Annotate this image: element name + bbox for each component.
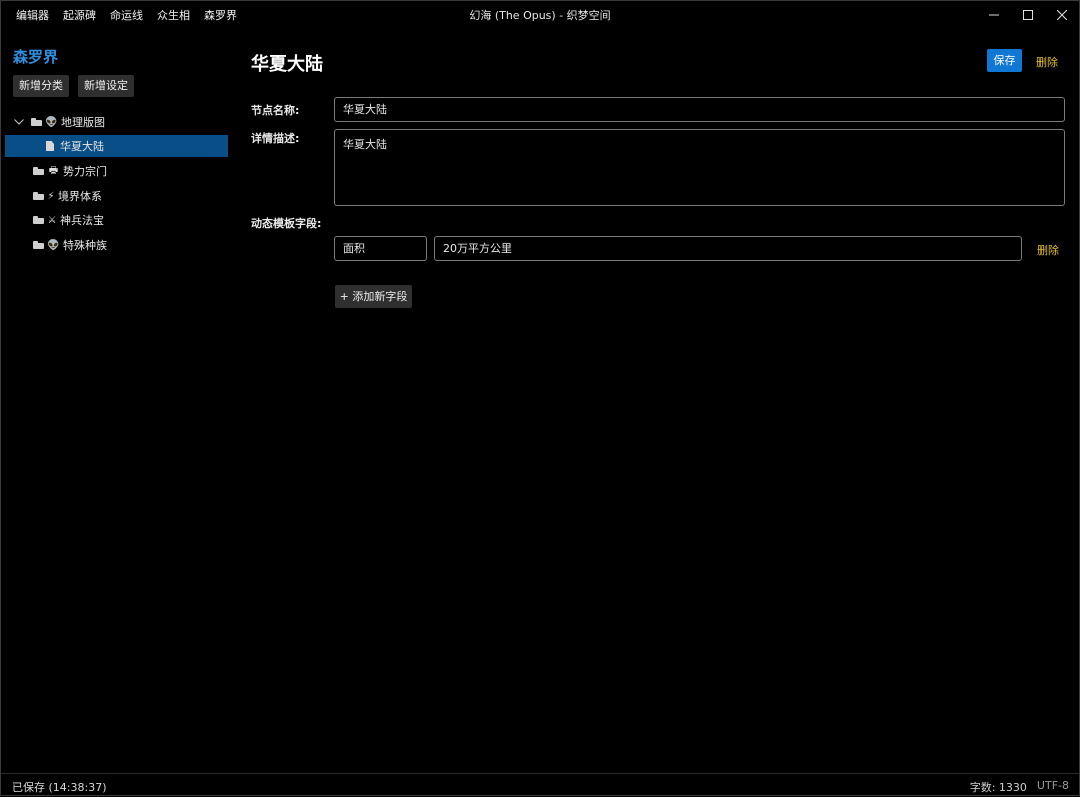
dynamic-fields-label: 动态模板字段: <box>251 217 322 230</box>
field-key-input[interactable]: 面积 <box>334 236 427 261</box>
word-count: 字数: 1330 <box>969 781 1027 794</box>
page-title: 华夏大陆 <box>251 54 323 75</box>
minimize-button[interactable] <box>977 1 1011 29</box>
description-label: 详情描述: <box>251 132 300 145</box>
add-field-button[interactable]: + 添加新字段 <box>335 285 412 308</box>
tree-item-label: 华夏大陆 <box>60 140 104 153</box>
menu-item-world[interactable]: 森罗界 <box>197 1 244 31</box>
crossed-swords-icon: ⚔ <box>47 214 57 226</box>
description-field[interactable]: 华夏大陆 <box>334 129 1065 206</box>
save-status: 已保存 (14:38:37) <box>12 781 107 794</box>
node-name-field[interactable]: 华夏大陆 <box>334 97 1065 122</box>
menu-item-editor[interactable]: 编辑器 <box>9 1 56 31</box>
alien-icon: 👽 <box>47 239 60 251</box>
status-right: 字数: 1330 UTF-8 <box>970 779 1069 795</box>
tree-item-label: 神兵法宝 <box>60 214 104 227</box>
title-bar: 编辑器 起源碑 命运线 众生相 森罗界 幻海 (The Opus) - 织梦空间 <box>1 1 1079 31</box>
folder-icon <box>33 192 44 200</box>
sidebar: 森罗界 新增分类 新增设定 👽 地理版图 华夏大陆 🖶 势力宗门 ⚡ 境界体系 … <box>1 37 233 769</box>
tree-item-weapons[interactable]: ⚔ 神兵法宝 <box>5 209 228 231</box>
sidebar-title: 森罗界 <box>13 48 59 66</box>
tree-item-label: 势力宗门 <box>63 165 107 178</box>
delete-button[interactable]: 删除 <box>1036 54 1058 70</box>
lightning-icon: ⚡ <box>47 190 55 202</box>
menu-item-origin[interactable]: 起源碑 <box>56 1 103 31</box>
tree-item-realms[interactable]: ⚡ 境界体系 <box>5 185 228 207</box>
folder-icon <box>31 118 42 126</box>
save-button[interactable]: 保存 <box>987 49 1022 72</box>
add-category-button[interactable]: 新增分类 <box>13 75 69 97</box>
tree-item-label: 特殊种族 <box>63 239 107 252</box>
status-bar: 已保存 (14:38:37) 字数: 1330 UTF-8 <box>1 773 1079 797</box>
maximize-button[interactable] <box>1011 1 1045 29</box>
close-button[interactable] <box>1045 1 1079 29</box>
tree-item-races[interactable]: 👽 特殊种族 <box>5 234 228 256</box>
field-value-input[interactable]: 20万平方公里 <box>434 236 1022 261</box>
menu-item-fate[interactable]: 命运线 <box>103 1 150 31</box>
alien-icon: 👽 <box>45 116 58 128</box>
maximize-icon <box>1023 10 1033 20</box>
folder-icon <box>33 167 44 175</box>
encoding-indicator: UTF-8 <box>1036 779 1069 792</box>
add-setting-button[interactable]: 新增设定 <box>78 75 134 97</box>
close-icon <box>1057 10 1067 20</box>
minimize-icon <box>989 14 999 16</box>
tree-item-label: 境界体系 <box>58 190 102 203</box>
app-window: 编辑器 起源碑 命运线 众生相 森罗界 幻海 (The Opus) - 织梦空间… <box>0 0 1080 796</box>
tree-item-huaxia[interactable]: 华夏大陆 <box>5 135 228 157</box>
delete-field-button[interactable]: 删除 <box>1037 242 1059 258</box>
node-name-label: 节点名称: <box>251 104 300 117</box>
tree-item-label: 地理版图 <box>61 116 105 129</box>
document-icon <box>46 141 54 151</box>
menu-bar: 编辑器 起源碑 命运线 众生相 森罗界 <box>9 1 244 31</box>
folder-icon <box>33 216 44 224</box>
folder-icon <box>33 241 44 249</box>
tree-item-geography[interactable]: 👽 地理版图 <box>5 111 228 133</box>
window-controls <box>977 1 1079 31</box>
tree-item-factions[interactable]: 🖶 势力宗门 <box>5 160 228 182</box>
chevron-down-icon[interactable] <box>14 119 24 125</box>
menu-item-characters[interactable]: 众生相 <box>150 1 197 31</box>
printer-icon: 🖶 <box>48 164 59 176</box>
